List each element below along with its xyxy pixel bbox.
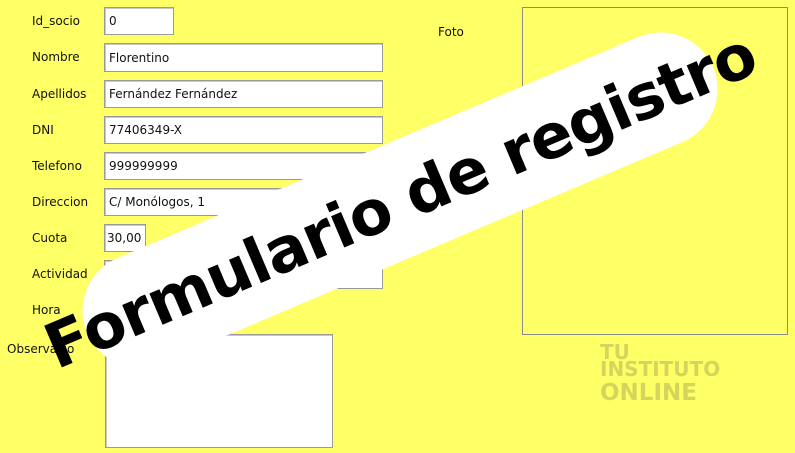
dni-input[interactable]: 77406349-X xyxy=(104,116,383,144)
actividad-label: Actividad xyxy=(32,267,88,281)
tu-instituto-online-logo: TU INSTITUTO ONLINE xyxy=(600,342,720,408)
nombre-label: Nombre xyxy=(32,50,80,64)
id-socio-label: Id_socio xyxy=(32,14,81,28)
telefono-label: Telefono xyxy=(32,159,82,173)
apellidos-label: Apellidos xyxy=(32,87,87,101)
id-socio-input[interactable]: 0 xyxy=(104,7,174,35)
logo-line-3: ONLINE xyxy=(600,380,697,406)
foto-label: Foto xyxy=(438,25,464,39)
dni-label: DNI xyxy=(32,123,54,137)
cuota-label: Cuota xyxy=(32,231,68,245)
direccion-label: Direccion xyxy=(32,195,89,209)
apellidos-input[interactable]: Fernández Fernández xyxy=(104,80,383,108)
logo-line-2: INSTITUTO xyxy=(600,357,721,381)
nombre-input[interactable]: Florentino xyxy=(104,43,383,72)
